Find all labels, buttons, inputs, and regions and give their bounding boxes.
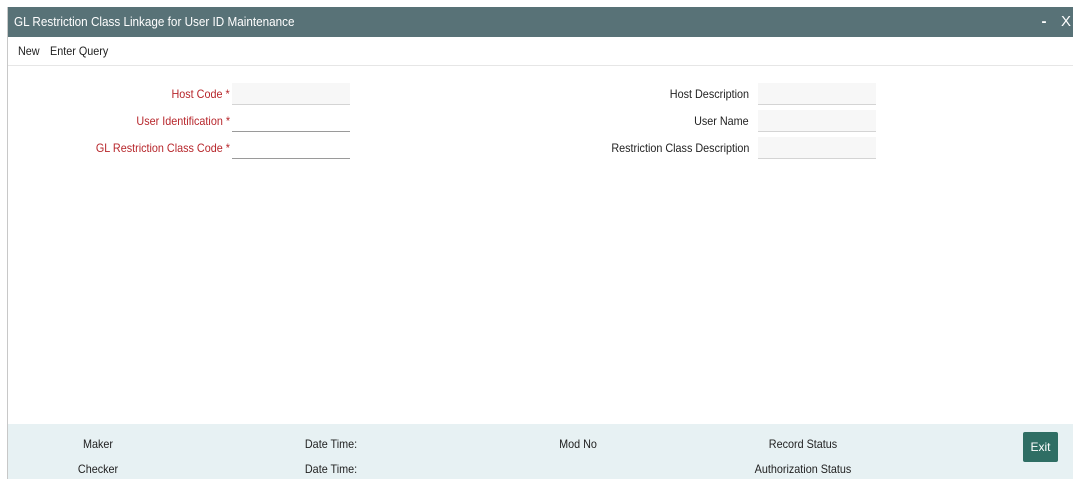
restriction-class-description-field: [758, 137, 876, 159]
record-status-label: Record Status: [768, 437, 838, 451]
authorization-status-label: Authorization Status: [754, 462, 852, 476]
toolbar: New Enter Query: [8, 37, 1073, 66]
checker-label: Checker: [77, 462, 119, 476]
maker-label: Maker: [82, 437, 114, 451]
audit-footer: Maker Checker Date Time: Date Time: Mod …: [8, 424, 1073, 479]
user-identification-input[interactable]: [232, 110, 350, 132]
user-identification-label: User Identification *: [136, 114, 230, 128]
host-code-label: Host Code *: [171, 87, 230, 101]
window-title: GL Restriction Class Linkage for User ID…: [14, 14, 295, 29]
checker-date-time-label: Date Time:: [304, 462, 358, 476]
minimize-icon[interactable]: -: [1036, 7, 1052, 37]
host-code-input[interactable]: [232, 83, 350, 105]
user-name-field: [758, 110, 876, 132]
host-description-field: [758, 83, 876, 105]
host-description-label: Host Description: [669, 87, 749, 101]
enter-query-button[interactable]: Enter Query: [50, 37, 108, 65]
close-icon[interactable]: X: [1058, 7, 1073, 37]
exit-button[interactable]: Exit: [1023, 432, 1058, 462]
gl-restriction-class-code-label: GL Restriction Class Code *: [95, 141, 230, 155]
maintenance-window: GL Restriction Class Linkage for User ID…: [7, 7, 1073, 479]
mod-no-label: Mod No: [559, 437, 597, 451]
maker-date-time-label: Date Time:: [304, 437, 358, 451]
restriction-class-description-label: Restriction Class Description: [610, 141, 749, 155]
new-button[interactable]: New: [18, 37, 40, 65]
user-name-label: User Name: [694, 114, 749, 128]
title-bar: GL Restriction Class Linkage for User ID…: [8, 7, 1073, 37]
gl-restriction-class-code-input[interactable]: [232, 137, 350, 159]
